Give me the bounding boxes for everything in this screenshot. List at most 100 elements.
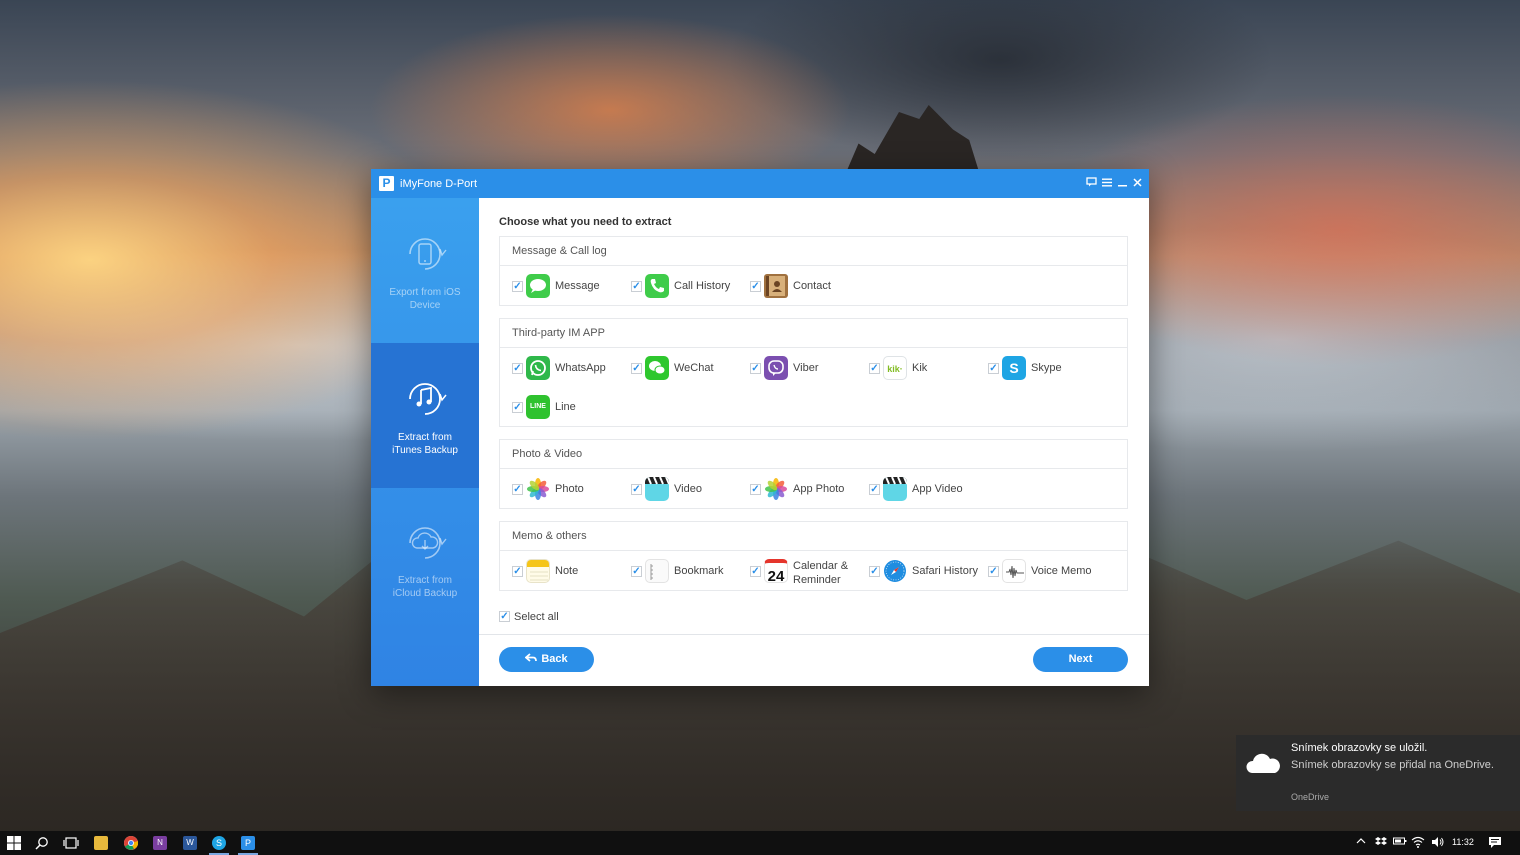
back-arrow-icon bbox=[524, 653, 538, 662]
option-label: WeChat bbox=[674, 362, 714, 374]
back-button[interactable]: Back bbox=[499, 647, 594, 672]
checkbox[interactable]: ✓ bbox=[750, 484, 761, 495]
checkbox[interactable]: ✓ bbox=[512, 281, 523, 292]
sidebar-item-icloud-backup[interactable]: Extract from iCloud Backup bbox=[371, 488, 479, 633]
sidebar-item-itunes-backup[interactable]: Extract from iTunes Backup bbox=[371, 343, 479, 488]
sidebar-item-export-ios[interactable]: Export from iOS Device bbox=[371, 198, 479, 343]
group-title: Photo & Video bbox=[500, 440, 1127, 469]
option-kik[interactable]: ✓ kik· Kik bbox=[869, 356, 979, 382]
option-safari-history[interactable]: ✓ Safari History bbox=[869, 559, 979, 585]
d-port-icon[interactable]: P bbox=[241, 836, 255, 850]
dropbox-icon[interactable] bbox=[1375, 836, 1387, 850]
contact-book-icon bbox=[764, 274, 788, 298]
page-title: Choose what you need to extract bbox=[499, 216, 672, 228]
notification-toast[interactable]: Snímek obrazovky se uložil. Snímek obraz… bbox=[1236, 735, 1520, 811]
option-photo[interactable]: ✓ Photo bbox=[512, 477, 622, 503]
checkbox[interactable]: ✓ bbox=[869, 484, 880, 495]
menu-icon[interactable] bbox=[1100, 175, 1114, 191]
sidebar-label: Extract from iCloud Backup bbox=[392, 575, 458, 599]
search-icon[interactable] bbox=[35, 836, 49, 850]
option-note[interactable]: ✓ Note bbox=[512, 559, 622, 585]
option-wechat[interactable]: ✓ WeChat bbox=[631, 356, 741, 382]
option-label: App Photo bbox=[793, 483, 845, 495]
option-label: Contact bbox=[793, 280, 831, 292]
feedback-icon[interactable] bbox=[1084, 175, 1098, 191]
wifi-icon[interactable] bbox=[1411, 836, 1425, 850]
next-button[interactable]: Next bbox=[1033, 647, 1128, 672]
option-label: WhatsApp bbox=[555, 362, 606, 374]
option-label: Calendar & Reminder bbox=[793, 560, 849, 586]
skype-icon[interactable]: S bbox=[212, 836, 226, 850]
checkbox[interactable]: ✓ bbox=[750, 363, 761, 374]
wechat-icon bbox=[645, 356, 669, 380]
category-group-photo-video: Photo & Video ✓ Photo ✓ Video ✓ App Phot… bbox=[499, 439, 1128, 509]
checkbox[interactable]: ✓ bbox=[631, 566, 642, 577]
onenote-icon[interactable]: N bbox=[153, 836, 167, 850]
back-button-label: Back bbox=[541, 653, 568, 665]
app-logo-icon: P bbox=[379, 176, 394, 191]
footer-divider bbox=[479, 634, 1149, 635]
option-skype[interactable]: ✓ S Skype bbox=[988, 356, 1098, 382]
extract-panel: Choose what you need to extract Message … bbox=[479, 198, 1149, 686]
clapperboard-icon bbox=[645, 477, 669, 501]
option-label: Call History bbox=[674, 280, 731, 292]
volume-icon[interactable] bbox=[1431, 836, 1445, 850]
taskbar-clock[interactable]: 11:32 bbox=[1452, 837, 1474, 847]
file-explorer-icon[interactable] bbox=[94, 836, 108, 850]
select-all-label: Select all bbox=[514, 611, 559, 623]
checkbox[interactable]: ✓ bbox=[631, 363, 642, 374]
option-label: Voice Memo bbox=[1031, 565, 1092, 577]
start-icon[interactable] bbox=[7, 836, 21, 850]
checkbox[interactable]: ✓ bbox=[869, 363, 880, 374]
phone-icon bbox=[645, 274, 669, 298]
option-voice-memo[interactable]: ✓ Voice Memo bbox=[988, 559, 1098, 585]
voice-memo-icon bbox=[1002, 559, 1026, 583]
message-icon bbox=[526, 274, 550, 298]
word-icon[interactable]: W bbox=[183, 836, 197, 850]
option-app-photo[interactable]: ✓ App Photo bbox=[750, 477, 860, 503]
notes-icon bbox=[526, 559, 550, 583]
minimize-icon[interactable] bbox=[1115, 175, 1129, 191]
option-contact[interactable]: ✓ Contact bbox=[750, 274, 860, 300]
option-video[interactable]: ✓ Video bbox=[631, 477, 741, 503]
action-center-icon[interactable] bbox=[1488, 836, 1502, 850]
checkbox[interactable]: ✓ bbox=[631, 281, 642, 292]
checkbox[interactable]: ✓ bbox=[988, 566, 999, 577]
group-title: Third-party IM APP bbox=[500, 319, 1127, 348]
option-line[interactable]: ✓ LINE Line bbox=[512, 395, 622, 421]
checkbox[interactable]: ✓ bbox=[869, 566, 880, 577]
close-icon[interactable] bbox=[1130, 175, 1144, 191]
bookmark-icon bbox=[645, 559, 669, 583]
battery-icon[interactable] bbox=[1393, 836, 1407, 850]
option-label: Viber bbox=[793, 362, 819, 374]
title-bar[interactable]: P iMyFone D-Port bbox=[371, 169, 1149, 198]
checkbox[interactable]: ✓ bbox=[988, 363, 999, 374]
checkbox[interactable]: ✓ bbox=[750, 281, 761, 292]
app-window: P iMyFone D-Port Export from iOS Device … bbox=[371, 169, 1149, 686]
skype-icon: S bbox=[1002, 356, 1026, 380]
onedrive-cloud-icon bbox=[1246, 753, 1280, 773]
option-whatsapp[interactable]: ✓ WhatsApp bbox=[512, 356, 622, 382]
checkbox[interactable]: ✓ bbox=[631, 484, 642, 495]
option-label: Photo bbox=[555, 483, 584, 495]
line-icon: LINE bbox=[526, 395, 550, 419]
chevron-up-icon[interactable] bbox=[1356, 836, 1366, 850]
checkbox[interactable]: ✓ bbox=[512, 566, 523, 577]
option-bookmark[interactable]: ✓ Bookmark bbox=[631, 559, 741, 585]
window-title: iMyFone D-Port bbox=[400, 178, 478, 190]
checkbox[interactable]: ✓ bbox=[750, 566, 761, 577]
option-viber[interactable]: ✓ Viber bbox=[750, 356, 860, 382]
checkbox[interactable]: ✓ bbox=[512, 363, 523, 374]
option-label: Skype bbox=[1031, 362, 1062, 374]
chrome-icon[interactable] bbox=[124, 836, 139, 850]
option-app-video[interactable]: ✓ App Video bbox=[869, 477, 979, 503]
task-view-icon[interactable] bbox=[63, 836, 79, 850]
checkbox[interactable]: ✓ bbox=[512, 484, 523, 495]
option-message[interactable]: ✓ Message bbox=[512, 274, 622, 300]
checkbox[interactable]: ✓ bbox=[512, 402, 523, 413]
phone-sync-icon bbox=[402, 231, 448, 277]
group-title: Message & Call log bbox=[500, 237, 1127, 266]
option-call-history[interactable]: ✓ Call History bbox=[631, 274, 741, 300]
option-calendar-reminder[interactable]: ✓ 24 Calendar & Reminder bbox=[750, 559, 860, 586]
checkbox[interactable]: ✓ bbox=[499, 611, 510, 622]
